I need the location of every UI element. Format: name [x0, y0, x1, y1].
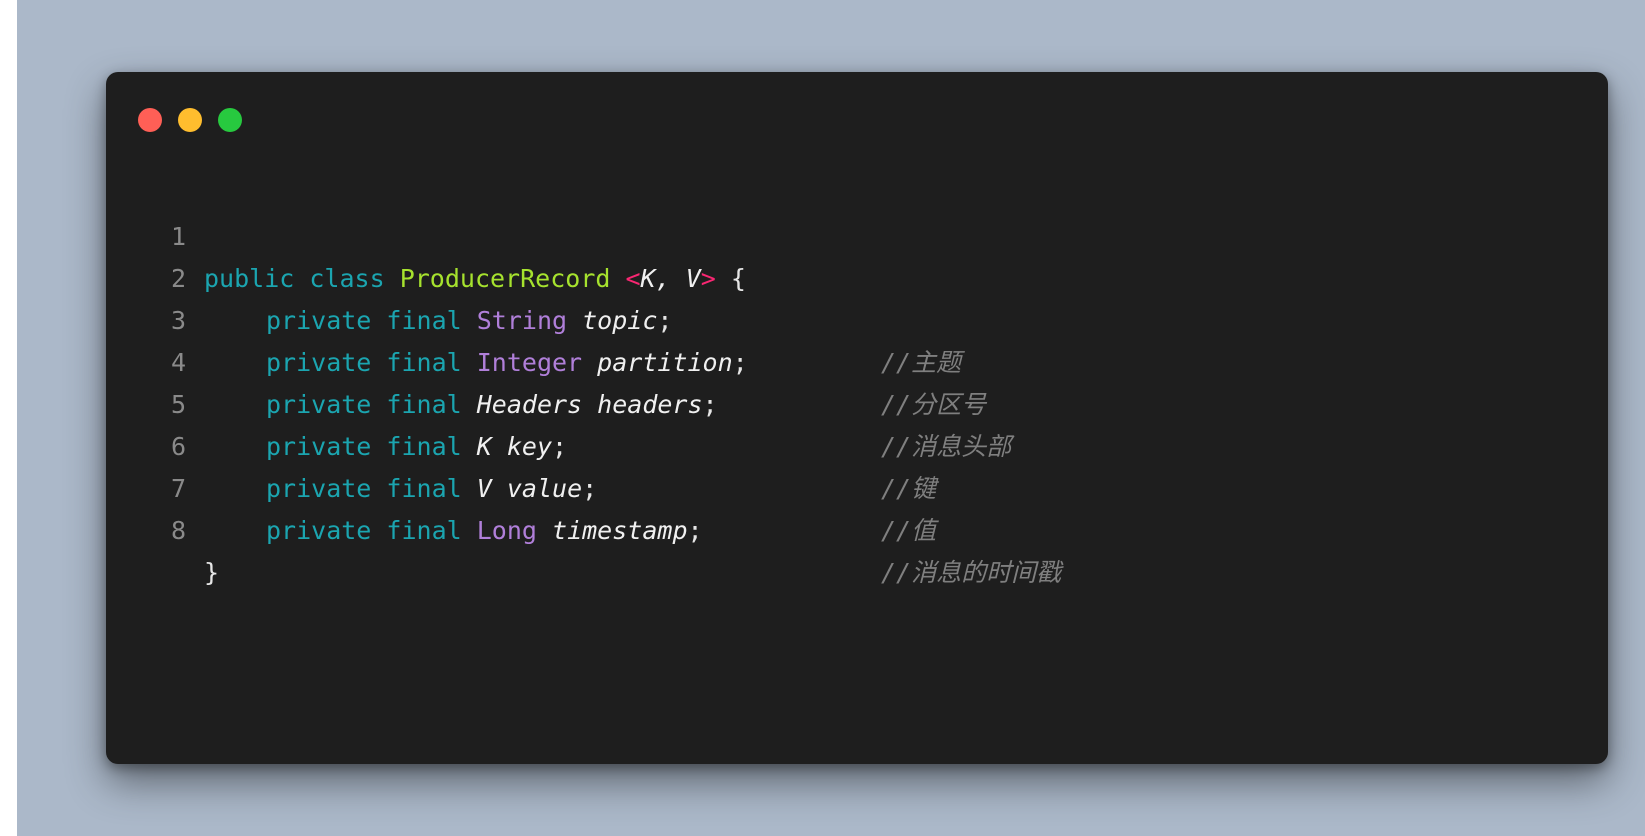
- code-line: 1 public class ProducerRecord <K, V> {: [106, 174, 1608, 293]
- code-line: 7 private final Long timestamp; //消息的时间戳: [106, 426, 1608, 587]
- code-window: 1 public class ProducerRecord <K, V> { 2…: [106, 72, 1608, 764]
- keyword: final: [386, 516, 462, 545]
- line-number: 8: [170, 516, 186, 545]
- code-line: 2 private final String topic; //主题: [106, 216, 1608, 377]
- code-line: 5 private final K key; //键: [106, 342, 1608, 503]
- code-line: 8 }: [106, 468, 1608, 587]
- page-background: 1 public class ProducerRecord <K, V> { 2…: [17, 0, 1645, 836]
- code-comment: //消息的时间戳: [881, 558, 1062, 587]
- minimize-button[interactable]: [178, 108, 202, 132]
- close-button[interactable]: [138, 108, 162, 132]
- field-name: timestamp: [552, 516, 688, 545]
- code-line: 4 private final Headers headers; //消息头部: [106, 300, 1608, 461]
- semicolon: ;: [687, 516, 703, 545]
- code-content: }: [204, 552, 219, 594]
- window-controls: [138, 108, 242, 132]
- code-line: 3 private final Integer partition; //分区号: [106, 258, 1608, 419]
- keyword: private: [266, 516, 372, 545]
- field-type: Long: [476, 516, 537, 545]
- code-block: 1 public class ProducerRecord <K, V> { 2…: [106, 174, 1608, 587]
- maximize-button[interactable]: [218, 108, 242, 132]
- brace: }: [204, 558, 220, 587]
- code-comment: //值: [881, 516, 937, 545]
- code-content: private final Long timestamp;: [204, 510, 703, 552]
- code-line: 6 private final V value; //值: [106, 384, 1608, 545]
